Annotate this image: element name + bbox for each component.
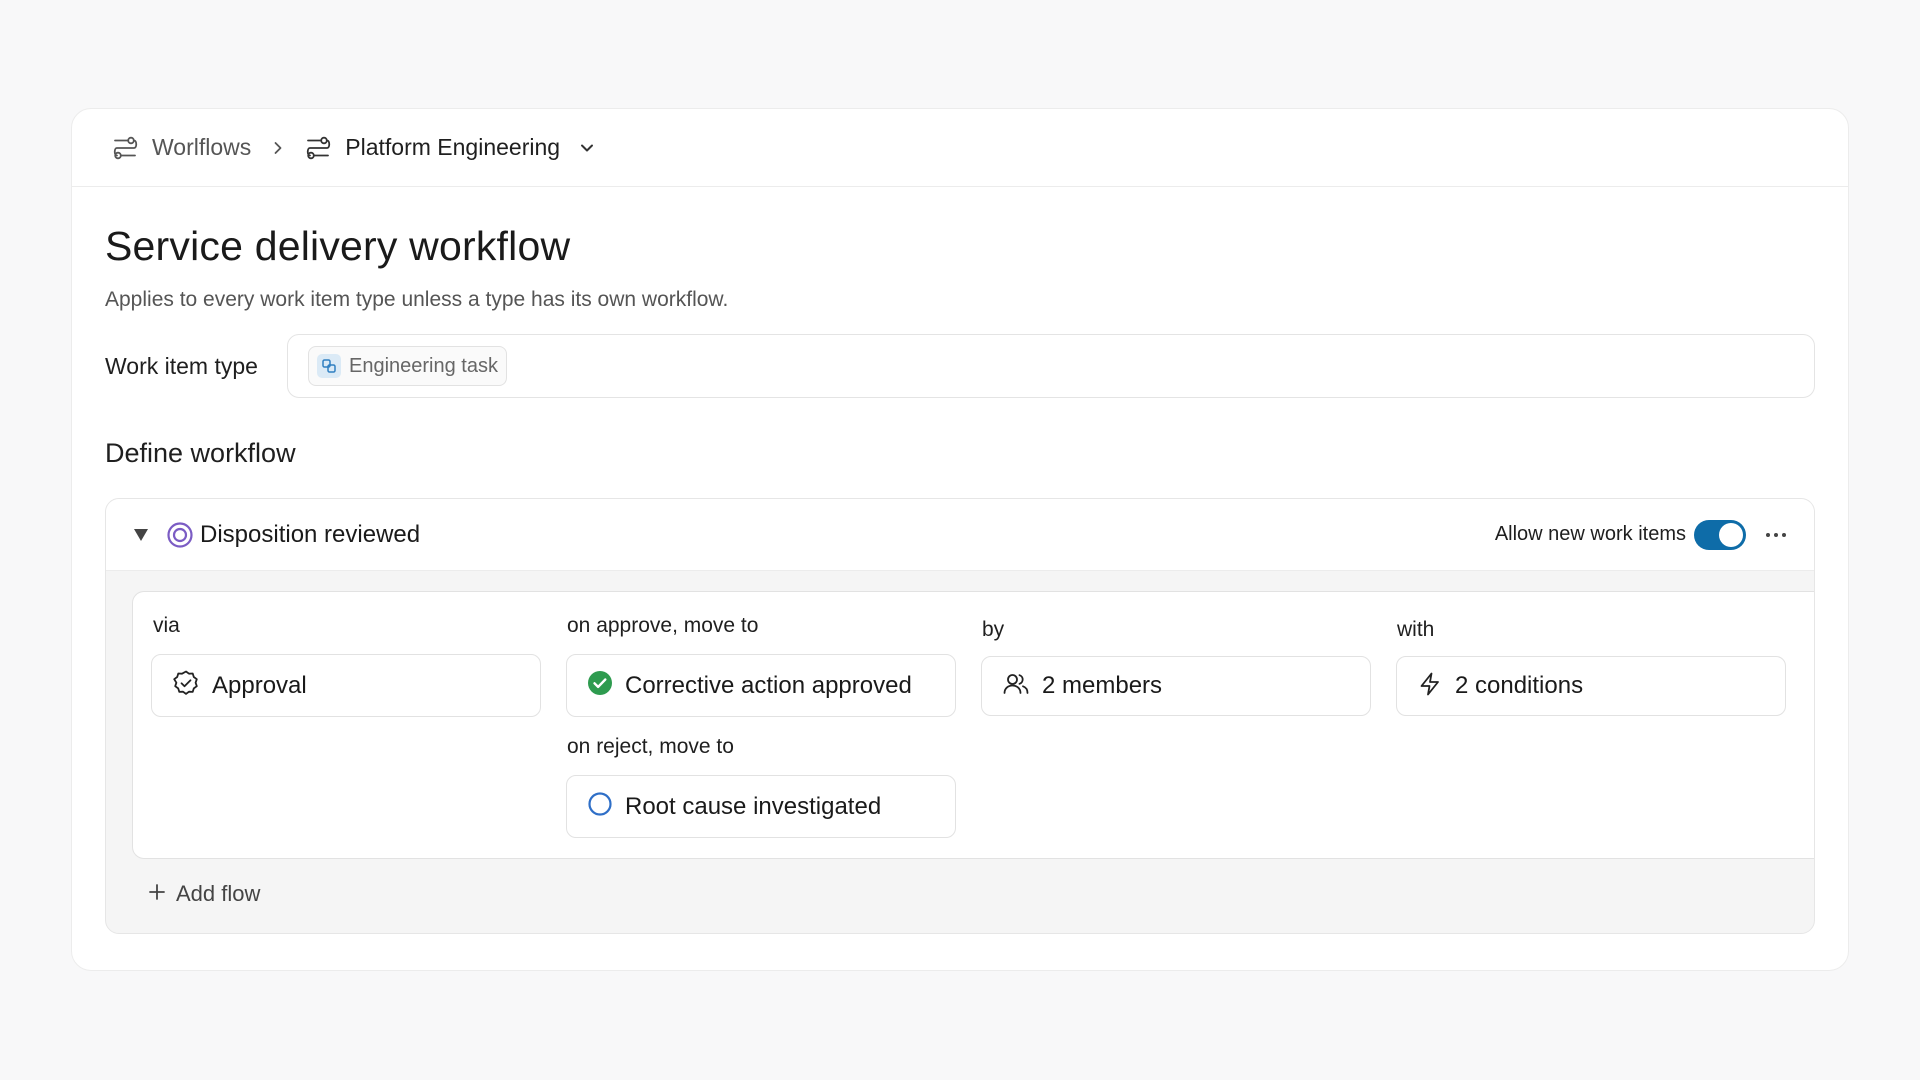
state-ring-icon <box>166 521 194 549</box>
engineering-task-icon <box>317 354 341 378</box>
check-circle-icon <box>587 670 613 701</box>
breadcrumb-current-label: Platform Engineering <box>345 134 561 160</box>
dot <box>1766 532 1770 537</box>
plus-icon <box>148 883 166 906</box>
by-label: by <box>982 618 1005 641</box>
workflow-icon <box>112 135 138 161</box>
via-label: via <box>153 614 180 637</box>
page-title: Service delivery workflow <box>105 223 571 269</box>
main-content: Service delivery workflow Applies to eve… <box>72 187 1848 934</box>
breadcrumb-item-workflows[interactable]: Worlflows <box>112 134 251 161</box>
via-field[interactable]: Approval <box>151 654 541 717</box>
collapse-triangle-icon[interactable] <box>134 528 148 541</box>
chevron-right-icon <box>271 141 285 155</box>
via-value: Approval <box>212 671 307 699</box>
workflow-icon <box>305 135 331 161</box>
approve-target-field[interactable]: Corrective action approved <box>566 654 956 717</box>
members-field[interactable]: 2 members <box>981 656 1371 716</box>
workflow-state-actions: Allow new work items <box>1494 519 1792 550</box>
reject-target-value: Root cause investigated <box>625 792 882 820</box>
reject-target-field[interactable]: Root cause investigated <box>566 775 956 838</box>
work-item-type-row: Work item type Engineering task <box>105 334 1815 398</box>
lightning-icon <box>1417 671 1443 702</box>
work-item-type-label: Work item type <box>105 352 258 379</box>
workflow-settings-card: Worlflows Platform Engineering Service d… <box>71 108 1849 971</box>
page-description: Applies to every work item type unless a… <box>105 288 729 311</box>
conditions-field[interactable]: 2 conditions <box>1396 656 1786 716</box>
define-workflow-title: Define workflow <box>105 438 296 468</box>
approval-badge-icon <box>172 669 200 702</box>
add-flow-label: Add flow <box>176 881 261 906</box>
members-value: 2 members <box>1042 672 1163 699</box>
work-item-type-chip[interactable]: Engineering task <box>308 346 507 386</box>
workflow-state-body: via Approval on approve, move to Correct… <box>106 571 1814 933</box>
allow-new-items-label: Allow new work items <box>1494 523 1686 545</box>
toggle-knob <box>1719 522 1743 547</box>
reject-label: on reject, move to <box>567 735 734 758</box>
breadcrumb-root-label: Worlflows <box>152 134 252 160</box>
workflow-state-name: Disposition reviewed <box>200 520 421 548</box>
allow-new-items-toggle[interactable] <box>1694 519 1746 550</box>
with-label: with <box>1397 618 1435 641</box>
approve-target-value: Corrective action approved <box>625 671 912 699</box>
members-icon <box>1002 670 1030 703</box>
workflow-state-card: Disposition reviewed Allow new work item… <box>105 498 1815 934</box>
more-dots-icon[interactable] <box>1760 527 1792 543</box>
empty-circle-icon <box>587 791 613 822</box>
flow-row: via Approval on approve, move to Correct… <box>132 591 1814 859</box>
conditions-value: 2 conditions <box>1455 672 1584 699</box>
workflow-state-header: Disposition reviewed Allow new work item… <box>106 499 1814 571</box>
add-flow-button[interactable]: Add flow <box>148 881 260 907</box>
breadcrumb-item-current[interactable]: Platform Engineering <box>305 134 596 161</box>
approve-label: on approve, move to <box>567 614 759 637</box>
work-item-type-field[interactable]: Engineering task <box>287 334 1815 398</box>
dot <box>1782 532 1786 537</box>
chevron-down-icon[interactable] <box>578 139 596 157</box>
work-item-type-chip-label: Engineering task <box>349 354 498 377</box>
breadcrumb: Worlflows Platform Engineering <box>72 109 1848 187</box>
dot <box>1774 532 1778 537</box>
